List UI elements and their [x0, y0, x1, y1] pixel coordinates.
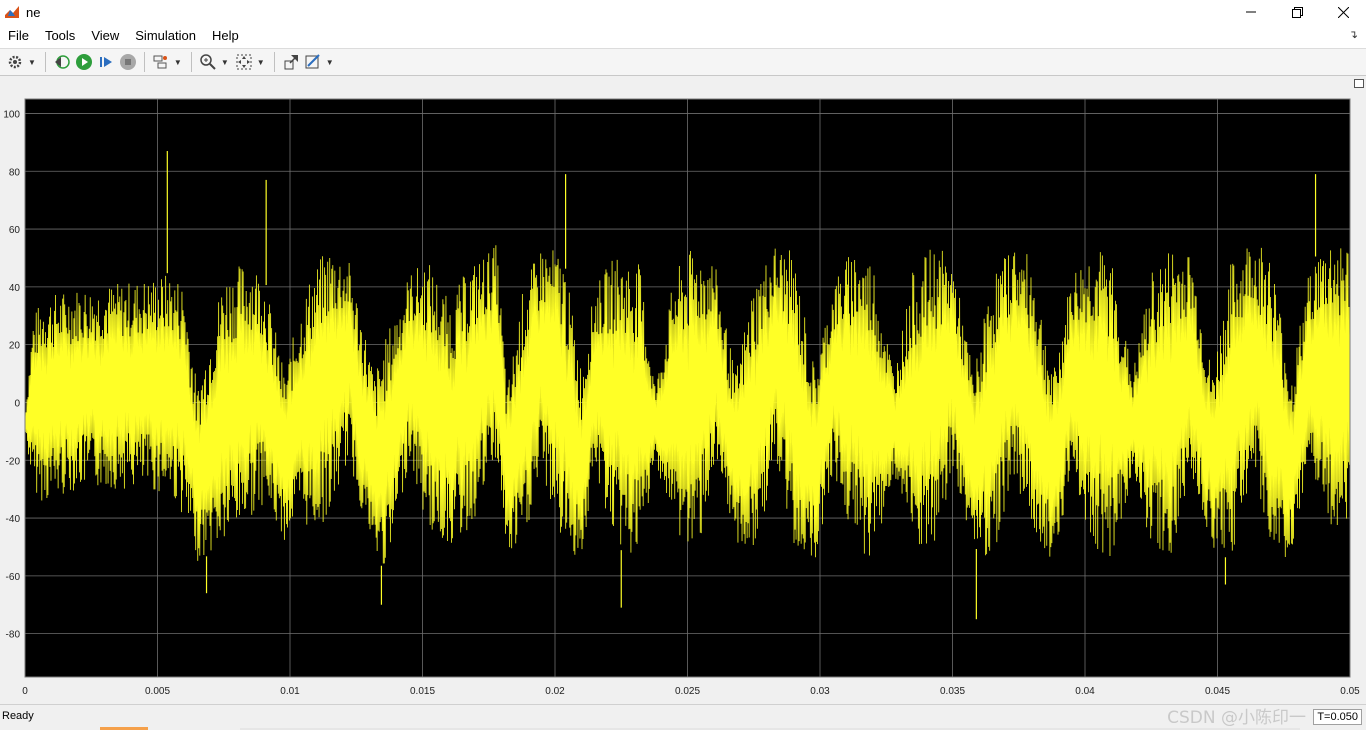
toolbar-separator [143, 52, 145, 72]
menu-tools[interactable]: Tools [37, 24, 83, 48]
status-bar: Ready CSDN @小陈印一 T=0.050 [0, 704, 1366, 730]
style-icon[interactable] [303, 51, 323, 73]
close-icon[interactable] [1320, 0, 1366, 24]
menu-view[interactable]: View [83, 24, 127, 48]
x-tick-label: 0.03 [810, 686, 830, 697]
title-bar: ne [0, 0, 1366, 24]
y-tick-label: 40 [9, 283, 21, 294]
run-icon[interactable] [74, 51, 94, 73]
restore-icon[interactable] [1274, 0, 1320, 24]
zoom-in-icon[interactable] [198, 51, 218, 73]
x-tick-label: 0.01 [280, 686, 300, 697]
toolbar-separator [44, 52, 46, 72]
matlab-icon [4, 4, 20, 20]
highlight-block-icon[interactable] [281, 51, 301, 73]
y-tick-label: 100 [3, 109, 20, 120]
scope-display: 0 0.005 0.01 0.015 0.02 0.025 0.03 0.035 0.04 0.0… [0, 77, 1366, 704]
settings-gear-icon[interactable] [5, 51, 25, 73]
window-title: ne [26, 4, 41, 20]
menu-file[interactable]: File [0, 24, 37, 48]
y-tick-label: 80 [9, 167, 21, 178]
stop-icon[interactable] [118, 51, 138, 73]
y-tick-label: -60 [6, 572, 21, 583]
step-forward-icon[interactable] [96, 51, 116, 73]
y-tick-label: 20 [9, 341, 21, 352]
simulation-time: T=0.050 [1313, 709, 1362, 725]
y-tick-label: 60 [9, 225, 21, 236]
chevron-down-icon[interactable]: ▼ [257, 58, 265, 67]
x-tick-label: 0.045 [1205, 686, 1230, 697]
x-tick-label: 0.035 [940, 686, 965, 697]
y-tick-label: 0 [14, 398, 20, 409]
x-tick-label: 0.05 [1340, 686, 1360, 697]
menu-help[interactable]: Help [204, 24, 247, 48]
scope-plot[interactable]: 0 0.005 0.01 0.015 0.02 0.025 0.03 0.035 0.04 0.0… [0, 77, 1366, 704]
chevron-down-icon[interactable]: ▼ [326, 58, 334, 67]
minimize-icon[interactable] [1228, 0, 1274, 24]
toolbar: ▼ ▼ ▼ ▼ ▼ [0, 48, 1366, 76]
watermark-text: CSDN @小陈印一 [1167, 708, 1306, 728]
x-tick-label: 0.005 [145, 686, 170, 697]
fit-to-view-icon[interactable] [234, 51, 254, 73]
x-tick-label: 0.02 [545, 686, 565, 697]
chevron-down-icon[interactable]: ▼ [174, 58, 182, 67]
step-back-icon[interactable] [52, 51, 72, 73]
chevron-down-icon[interactable]: ▼ [28, 58, 36, 67]
chevron-down-icon[interactable]: ▼ [221, 58, 229, 67]
y-tick-label: -80 [6, 630, 21, 641]
x-tick-label: 0.015 [410, 686, 435, 697]
y-tick-label: -40 [6, 514, 21, 525]
toolbar-separator [273, 52, 275, 72]
toolbar-separator [190, 52, 192, 72]
x-tick-label: 0.04 [1075, 686, 1095, 697]
menu-simulation[interactable]: Simulation [127, 24, 204, 48]
menu-bar: File Tools View Simulation Help ↴ [0, 24, 1366, 48]
signal-select-icon[interactable] [151, 51, 171, 73]
status-text: Ready [2, 710, 34, 722]
pin-icon[interactable]: ↴ [1349, 28, 1358, 41]
y-tick-label: -20 [6, 456, 21, 467]
x-tick-label: 0 [22, 686, 28, 697]
x-tick-label: 0.025 [675, 686, 700, 697]
